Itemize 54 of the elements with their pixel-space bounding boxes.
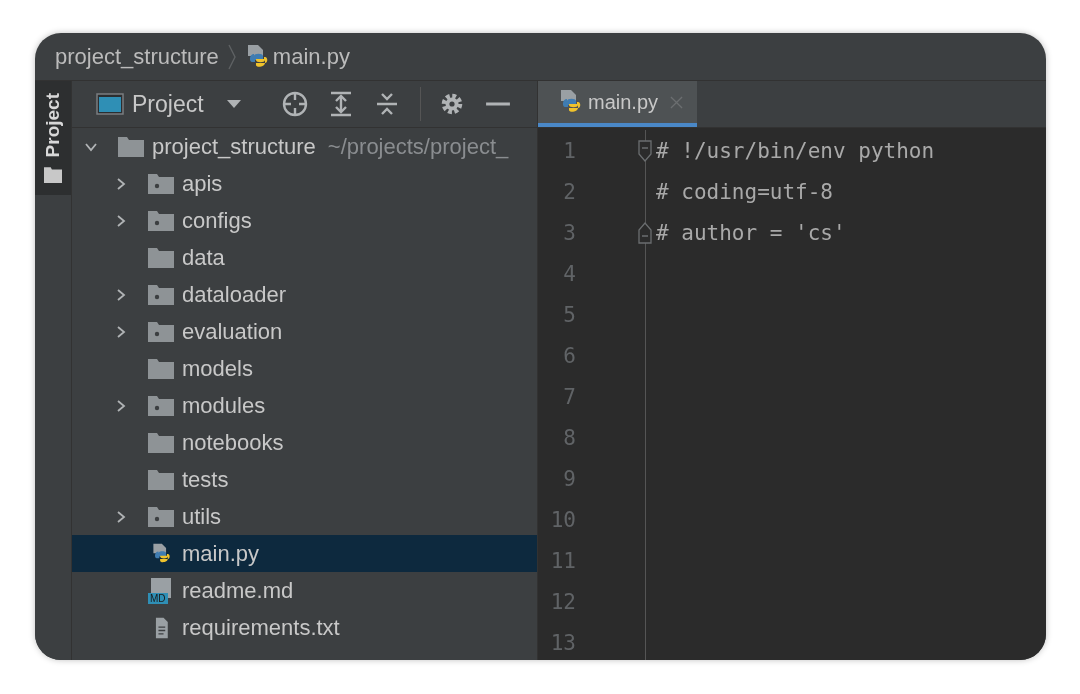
tree-item[interactable]: evaluation	[72, 313, 537, 350]
tree-item[interactable]: notebooks	[72, 424, 537, 461]
line-number: 5	[562, 302, 576, 327]
folder-icon	[148, 431, 174, 454]
line-number: 10	[549, 507, 576, 532]
breadcrumb-item[interactable]: main.py	[244, 43, 350, 70]
editor-tab[interactable]: main.py	[538, 81, 698, 127]
package-folder-icon	[148, 209, 174, 232]
package-folder-icon	[148, 320, 174, 343]
crosshair-icon[interactable]	[281, 91, 308, 117]
python-file-icon	[558, 89, 582, 115]
folder-icon	[148, 357, 174, 380]
line-number: 11	[549, 548, 576, 573]
tree-item[interactable]: modules	[72, 387, 537, 424]
line-number: 13	[549, 630, 576, 655]
tree-item[interactable]: tests	[72, 461, 537, 498]
folder-icon	[44, 167, 62, 184]
tree-item[interactable]: dataloader	[72, 276, 537, 313]
caret-icon[interactable]	[225, 99, 242, 109]
package-folder-icon	[148, 283, 174, 306]
tree-item[interactable]: utils	[72, 498, 537, 535]
line-number: 8	[562, 425, 576, 450]
folder-icon	[148, 468, 174, 491]
line-number: 12	[549, 589, 576, 614]
breadcrumb-item[interactable]: project_structure	[55, 43, 219, 70]
code-line: # author = 'cs'	[656, 220, 846, 245]
tree-item[interactable]: main.py	[72, 535, 537, 572]
line-number: 3	[562, 220, 576, 245]
tree-item[interactable]: MD readme.md	[72, 572, 537, 609]
package-folder-icon	[148, 394, 174, 417]
tree-item[interactable]: configs	[72, 202, 537, 239]
window-icon	[96, 93, 124, 115]
line-number: 9	[562, 466, 576, 491]
tree-item[interactable]: models	[72, 350, 537, 387]
line-number: 4	[562, 261, 576, 286]
tree-item[interactable]: data	[72, 239, 537, 276]
code-line: # !/usr/bin/env python	[656, 138, 935, 163]
package-folder-icon	[148, 172, 174, 195]
line-number: 6	[562, 343, 576, 368]
folder-icon	[118, 135, 144, 158]
tree-item[interactable]: project_structure ~/projects/project_	[72, 128, 537, 165]
panel-title[interactable]: Project	[132, 90, 204, 118]
line-number: 1	[562, 138, 576, 163]
project-tool-tab[interactable]: Project	[35, 81, 71, 196]
code-line: # coding=utf-8	[656, 179, 833, 204]
tree-item[interactable]: apis	[72, 165, 537, 202]
fold-marker-icon[interactable]	[638, 139, 652, 162]
folder-icon	[148, 246, 174, 269]
package-folder-icon	[148, 505, 174, 528]
line-number: 7	[562, 384, 576, 409]
fold-marker-icon[interactable]	[638, 221, 652, 244]
tree-item[interactable]: requirements.txt	[72, 609, 537, 646]
chevron-separator-icon	[226, 42, 237, 71]
line-number: 2	[562, 179, 576, 204]
